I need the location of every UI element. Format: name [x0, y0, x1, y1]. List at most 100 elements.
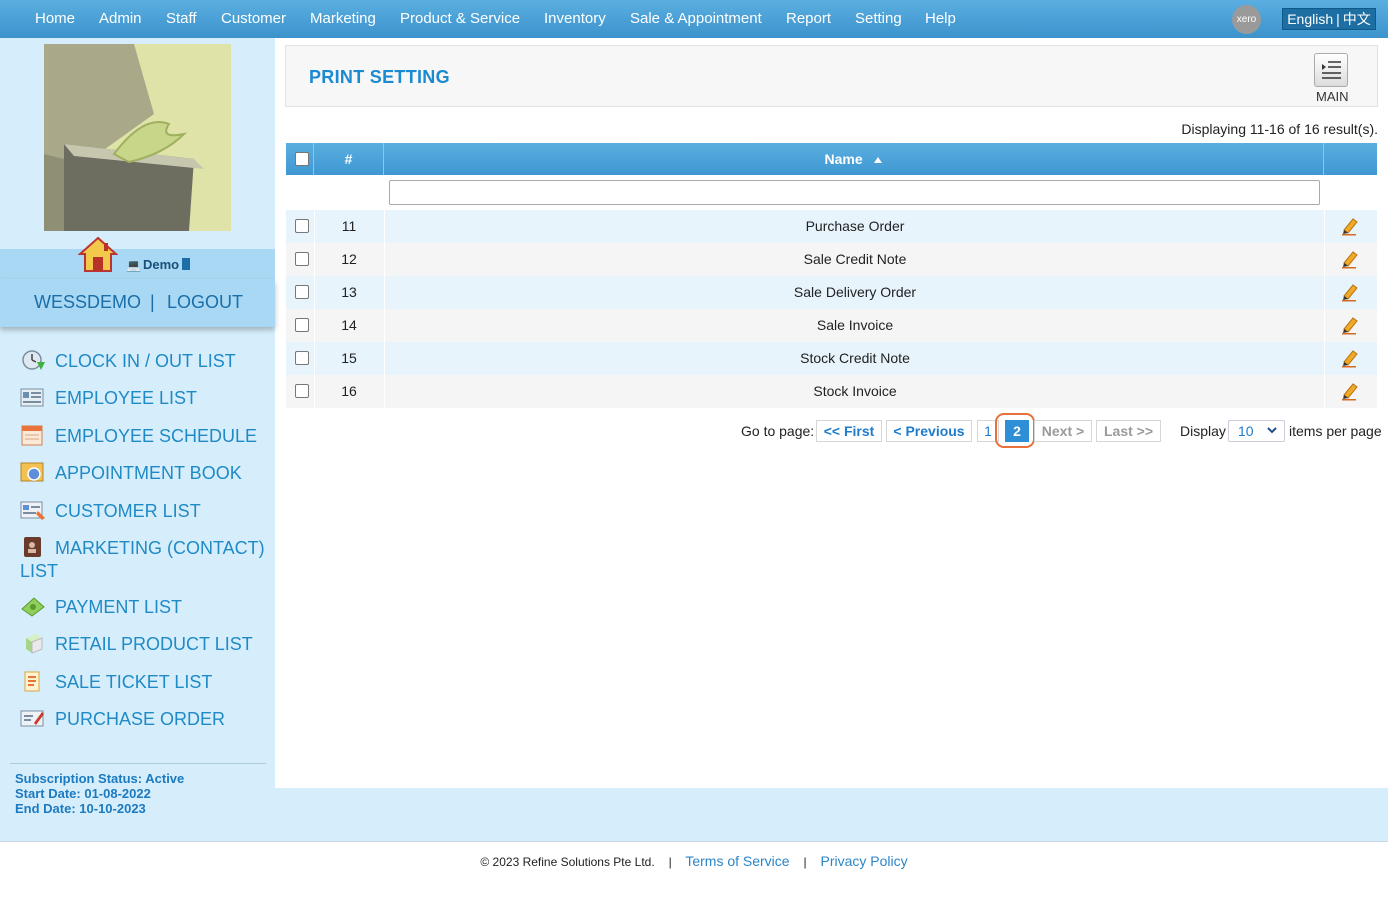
edit-pencil-icon[interactable] [1340, 216, 1360, 236]
lang-chinese[interactable]: 中文 [1343, 11, 1371, 27]
table-row: 15 Stock Credit Note [286, 342, 1377, 375]
menu-customer-list[interactable]: CUSTOMER LIST [20, 499, 270, 523]
header-actions [1324, 143, 1377, 175]
menu-employee-list[interactable]: EMPLOYEE LIST [20, 386, 270, 410]
row-number: 13 [341, 284, 357, 300]
goto-page-label: Go to page: [741, 423, 815, 439]
subscription-start-date: Start Date: 01-08-2022 [15, 786, 151, 801]
row-name: Purchase Order [805, 218, 905, 234]
footer-separator: | [668, 855, 672, 869]
first-page-button[interactable]: << First [816, 420, 882, 442]
edit-pencil-icon[interactable] [1340, 249, 1360, 269]
row-number: 16 [341, 383, 357, 399]
main-button[interactable] [1314, 53, 1348, 87]
ticket-icon [24, 671, 40, 692]
lang-english[interactable]: English [1287, 11, 1333, 27]
menu-appointment-book[interactable]: APPOINTMENT BOOK [20, 461, 270, 485]
edit-pencil-icon[interactable] [1340, 282, 1360, 302]
table-row: 11 Purchase Order [286, 210, 1377, 243]
page-title: PRINT SETTING [309, 67, 450, 87]
display-label: Display [1180, 423, 1226, 439]
row-checkbox[interactable] [295, 285, 309, 299]
edit-pencil-icon[interactable] [1340, 381, 1360, 401]
lang-separator: | [1336, 11, 1340, 27]
filter-row [286, 175, 1377, 210]
nav-report[interactable]: Report [786, 10, 831, 27]
row-number: 11 [341, 218, 357, 234]
user-bar: WESSDEMO | LOGOUT [0, 279, 275, 327]
row-checkbox[interactable] [295, 351, 309, 365]
nav-help[interactable]: Help [925, 10, 956, 27]
demo-label: 💻 Demo [126, 257, 191, 272]
header-name-label: Name [824, 151, 863, 167]
menu-marketing-contact-list[interactable]: MARKETING (CONTACT) LIST [20, 536, 270, 583]
menu-label: SALE TICKET LIST [55, 672, 213, 692]
menu-retail-product-list[interactable]: RETAIL PRODUCT LIST [20, 632, 270, 656]
profile-photo-image [44, 44, 231, 231]
edit-pencil-icon[interactable] [1340, 315, 1360, 335]
terms-of-service-link[interactable]: Terms of Service [685, 853, 789, 869]
nav-admin[interactable]: Admin [99, 10, 142, 27]
row-checkbox[interactable] [295, 384, 309, 398]
employee-icon [20, 388, 44, 407]
menu-payment-list[interactable]: PAYMENT LIST [20, 595, 270, 619]
nav-product-service[interactable]: Product & Service [400, 10, 520, 27]
xero-icon[interactable]: xero [1232, 5, 1261, 34]
menu-label: CLOCK IN / OUT LIST [55, 351, 236, 371]
menu-purchase-order[interactable]: PURCHASE ORDER [20, 707, 270, 731]
footer-separator: | [803, 855, 807, 869]
main-label: MAIN [1316, 89, 1349, 104]
next-page-button[interactable]: Next > [1034, 420, 1092, 442]
previous-page-button[interactable]: < Previous [886, 420, 972, 442]
subscription-divider [10, 763, 266, 764]
table-row: 13 Sale Delivery Order [286, 276, 1377, 309]
result-count: Displaying 11-16 of 16 result(s). [1181, 121, 1378, 137]
name-filter-input[interactable] [389, 180, 1320, 205]
nav-customer[interactable]: Customer [221, 10, 286, 27]
row-checkbox[interactable] [295, 219, 309, 233]
row-checkbox[interactable] [295, 318, 309, 332]
pagination: Go to page: << First < Previous 1 2 Next… [0, 413, 1388, 448]
table-row: 16 Stock Invoice [286, 375, 1377, 408]
row-checkbox[interactable] [295, 252, 309, 266]
nav-inventory[interactable]: Inventory [544, 10, 606, 27]
items-per-page-label: items per page [1289, 423, 1382, 439]
logout-link[interactable]: LOGOUT [167, 292, 243, 313]
home-icon[interactable] [78, 235, 118, 275]
nav-marketing[interactable]: Marketing [310, 10, 376, 27]
header-select-cell [286, 143, 314, 175]
privacy-policy-link[interactable]: Privacy Policy [820, 853, 907, 869]
username-link[interactable]: WESSDEMO [34, 292, 141, 313]
menu-sale-ticket-list[interactable]: SALE TICKET LIST [20, 670, 270, 694]
items-per-page-select[interactable]: 10 [1228, 420, 1285, 442]
last-page-button[interactable]: Last >> [1096, 420, 1161, 442]
table-row: 14 Sale Invoice [286, 309, 1377, 342]
subscription-status: Subscription Status: Active [15, 771, 185, 786]
user-separator: | [150, 292, 155, 312]
nav-staff[interactable]: Staff [166, 10, 197, 27]
device-icon [182, 258, 191, 270]
nav-setting[interactable]: Setting [855, 10, 902, 27]
print-setting-grid: # Name 11 Purchase Order 12 Sale Credit … [286, 143, 1377, 408]
menu-clock-in-out-list[interactable]: CLOCK IN / OUT LIST [20, 349, 270, 373]
list-menu-icon [1322, 61, 1341, 79]
row-number: 12 [341, 251, 357, 267]
menu-label: APPOINTMENT BOOK [55, 463, 242, 483]
menu-label: MARKETING (CONTACT) LIST [20, 538, 265, 581]
items-per-page-value: 10 [1238, 423, 1254, 439]
menu-label: RETAIL PRODUCT LIST [55, 634, 253, 654]
table-row: 12 Sale Credit Note [286, 243, 1377, 276]
select-all-checkbox[interactable] [295, 152, 309, 166]
nav-sale-appointment[interactable]: Sale & Appointment [630, 10, 762, 27]
purchase-order-icon [20, 710, 44, 727]
row-number: 14 [341, 317, 357, 333]
edit-pencil-icon[interactable] [1340, 348, 1360, 368]
profile-bar: 💻 Demo [0, 236, 275, 279]
menu-label: PURCHASE ORDER [55, 709, 226, 729]
computer-icon: 💻 [126, 258, 141, 272]
nav-home[interactable]: Home [35, 10, 75, 27]
clock-icon [22, 350, 45, 370]
payment-icon [21, 597, 45, 617]
header-name[interactable]: Name [384, 143, 1324, 175]
language-switch: English | 中文 [1282, 8, 1376, 30]
